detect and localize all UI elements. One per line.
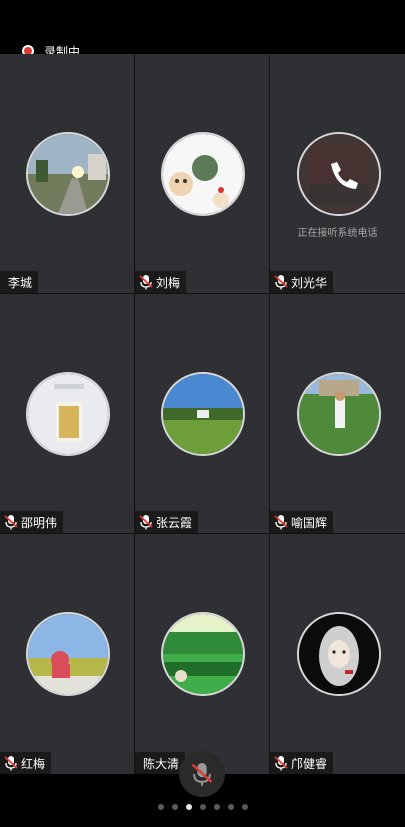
participant-name: 邵明伟 [21,515,58,530]
mic-muted-icon [191,763,213,786]
mic-muted-icon [274,515,288,530]
mic-muted-icon [4,756,18,771]
participant-tile[interactable]: 喻国辉 [270,294,405,533]
participant-tile[interactable]: 正在接听系统电话 刘光华 [270,54,405,293]
mute-toggle-button[interactable] [179,751,225,797]
participant-name-tag: 红梅 [0,752,52,774]
page-dot[interactable] [227,804,234,810]
participant-name: 李城 [8,275,33,290]
page-indicator[interactable] [0,804,405,810]
participant-tile[interactable]: 邵明伟 [0,294,134,533]
meeting-screen: 录制中 李城 刘梅 正在接听系统电话 刘光华 邵明伟 张云霞 喻国辉 红梅 陈大… [0,0,405,827]
participant-avatar [296,372,381,456]
page-dot[interactable] [241,804,248,810]
mic-muted-icon [274,756,288,771]
mic-muted-icon [139,275,153,290]
participant-name: 红梅 [21,756,46,771]
call-status: 正在接听系统电话 [297,228,378,239]
participant-name: 喻国辉 [291,515,328,530]
page-dot[interactable] [171,804,178,810]
page-dot[interactable] [157,804,164,810]
page-dot[interactable] [213,804,220,810]
participant-tile[interactable]: 陈大清 [135,534,269,774]
participant-tile[interactable]: 李城 [0,54,134,293]
participant-name-tag: 李城 [0,271,39,293]
participant-tile[interactable]: 刘梅 [135,54,269,293]
participant-avatar [296,132,381,216]
participant-name: 刘梅 [156,275,181,290]
participant-avatar [26,372,110,456]
participant-name-tag: 刘梅 [135,271,187,293]
participant-tile[interactable]: 邝健睿 [270,534,405,774]
mic-muted-icon [4,515,18,530]
participant-tile[interactable]: 张云霞 [135,294,269,533]
mic-muted-icon [139,515,153,530]
page-dot[interactable] [199,804,206,810]
participant-avatar [26,132,110,216]
participant-name-tag: 邝健睿 [270,752,334,774]
participant-name: 邝健睿 [291,756,328,771]
page-dot[interactable] [185,804,192,810]
participant-avatar [161,132,245,216]
participant-name-tag: 刘光华 [270,271,334,293]
participant-name-tag: 邵明伟 [0,511,64,533]
participant-name-tag: 喻国辉 [270,511,334,533]
participant-avatar [296,612,381,696]
participant-name: 张云霞 [156,515,193,530]
participant-name-tag: 张云霞 [135,511,199,533]
participant-name: 陈大清 [143,756,180,771]
participant-avatar [26,612,110,696]
mic-muted-icon [274,275,288,290]
participant-name: 刘光华 [291,275,328,290]
participant-avatar [161,372,245,456]
participant-tile[interactable]: 红梅 [0,534,134,774]
participant-name-tag: 陈大清 [135,752,186,774]
participant-avatar [161,612,245,696]
participant-grid: 李城 刘梅 正在接听系统电话 刘光华 邵明伟 张云霞 喻国辉 红梅 陈大清 邝健… [0,54,405,774]
